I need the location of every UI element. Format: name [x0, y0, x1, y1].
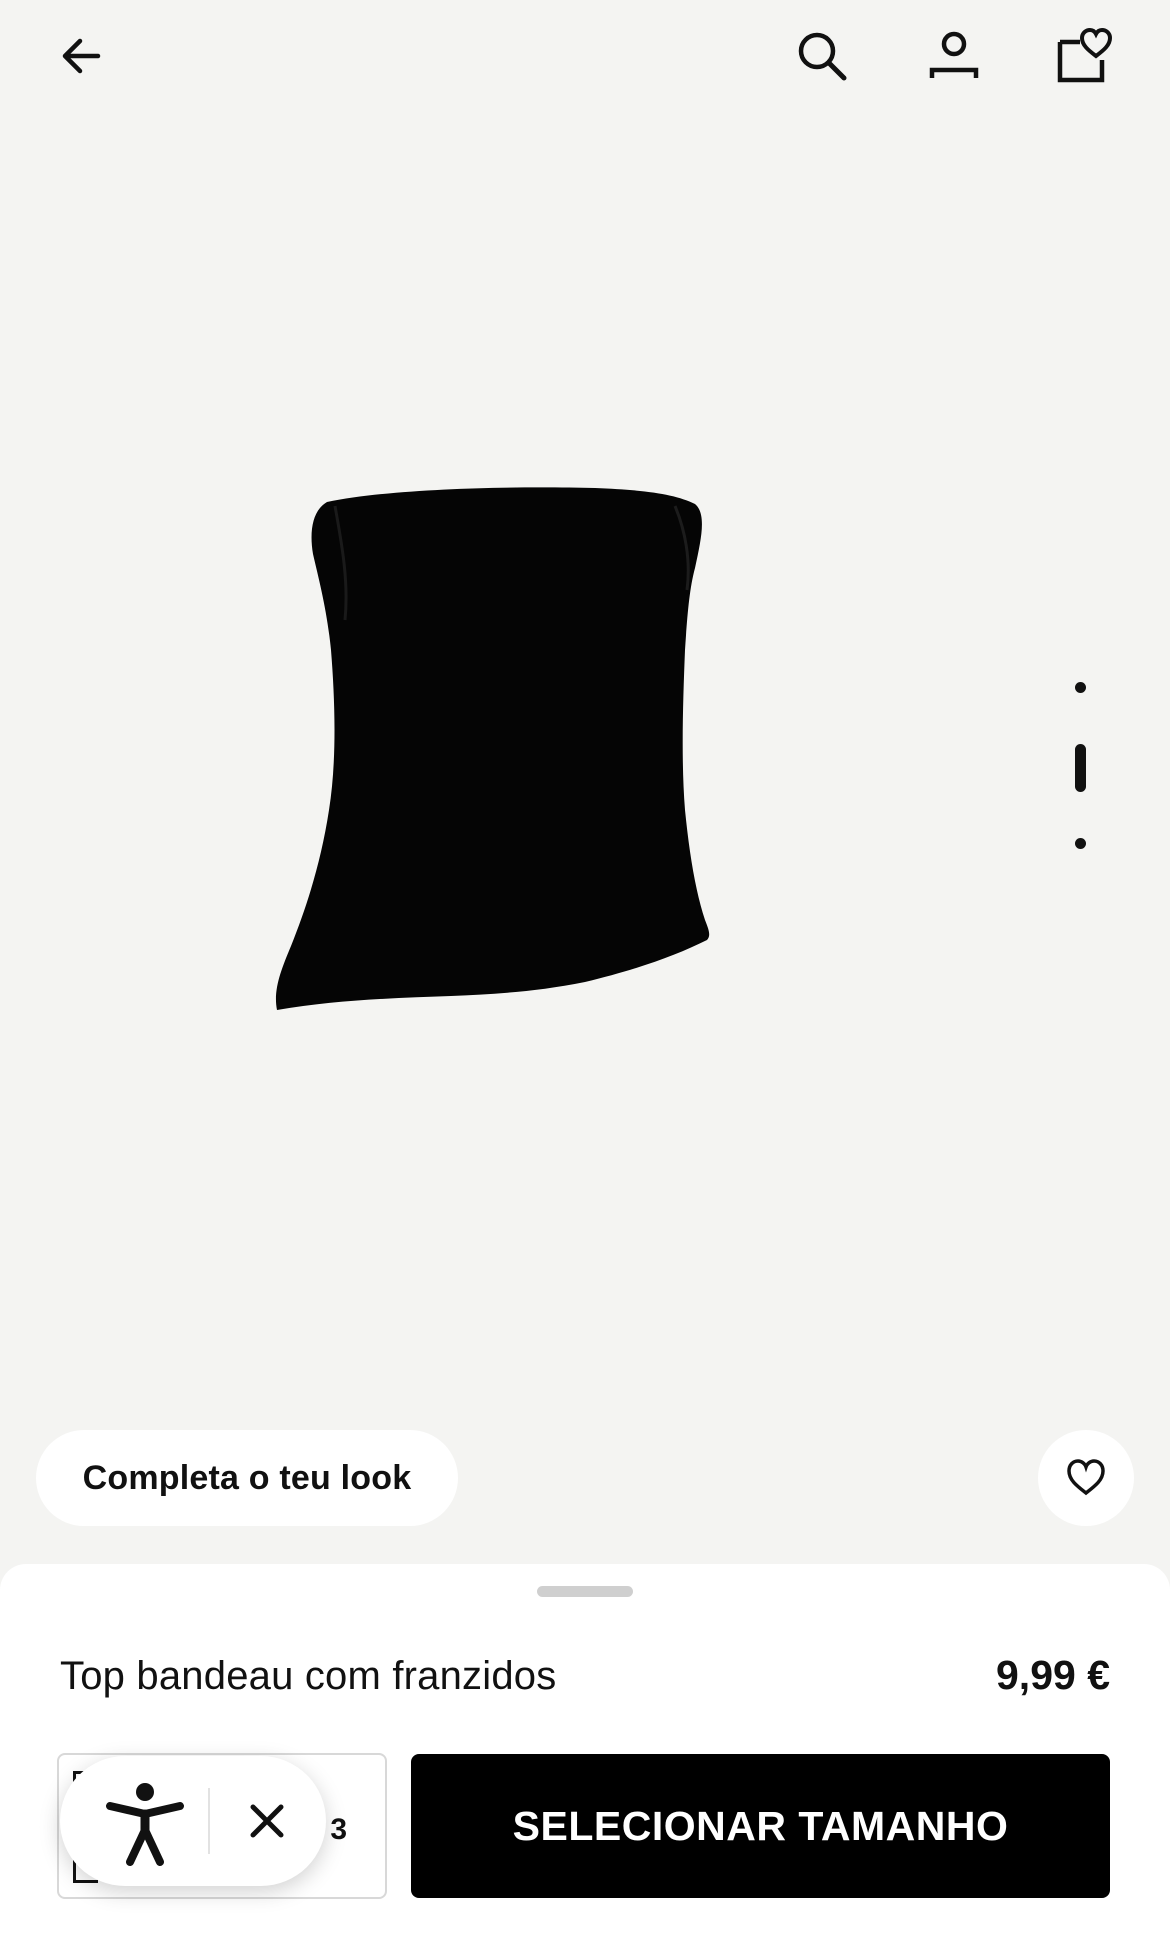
- complete-look-label: Completa o teu look: [82, 1458, 412, 1497]
- bandeau-top-garment: [275, 487, 710, 1010]
- user-icon: [929, 31, 979, 78]
- image-carousel-indicator[interactable]: [1062, 676, 1098, 856]
- carousel-dot-active[interactable]: [1075, 744, 1086, 792]
- search-button[interactable]: [786, 20, 858, 92]
- product-bottom-sheet: Top bandeau com franzidos 9,99 € 3 SELEC…: [0, 1564, 1170, 1944]
- product-price: 9,99 €: [996, 1652, 1110, 1698]
- side-box-text: 3: [330, 1813, 347, 1846]
- top-bar: [0, 0, 1170, 112]
- product-image[interactable]: [255, 470, 875, 1110]
- select-size-label: SELECIONAR TAMANHO: [512, 1802, 1009, 1849]
- product-title: Top bandeau com franzidos: [60, 1654, 557, 1698]
- search-icon: [798, 32, 847, 81]
- accessibility-person-icon: [106, 1783, 184, 1866]
- favorites-bag-button[interactable]: [1046, 20, 1118, 92]
- close-widget-button[interactable]: [232, 1786, 302, 1856]
- widget-divider: [208, 1788, 210, 1854]
- account-button[interactable]: [918, 20, 990, 92]
- complete-look-button[interactable]: Completa o teu look: [36, 1430, 458, 1526]
- accessibility-button[interactable]: [100, 1778, 190, 1868]
- carousel-dot[interactable]: [1075, 838, 1086, 849]
- back-button[interactable]: [46, 20, 118, 92]
- select-size-button[interactable]: SELECIONAR TAMANHO: [411, 1754, 1110, 1898]
- heart-icon: [1067, 1459, 1105, 1496]
- sheet-grabber-handle[interactable]: [537, 1586, 633, 1597]
- favorite-button[interactable]: [1038, 1430, 1134, 1526]
- close-icon: [250, 1804, 284, 1838]
- accessibility-widget: [60, 1756, 326, 1886]
- carousel-dot[interactable]: [1075, 682, 1086, 693]
- bag-heart-icon: [1057, 27, 1113, 83]
- arrow-left-icon: [62, 38, 101, 74]
